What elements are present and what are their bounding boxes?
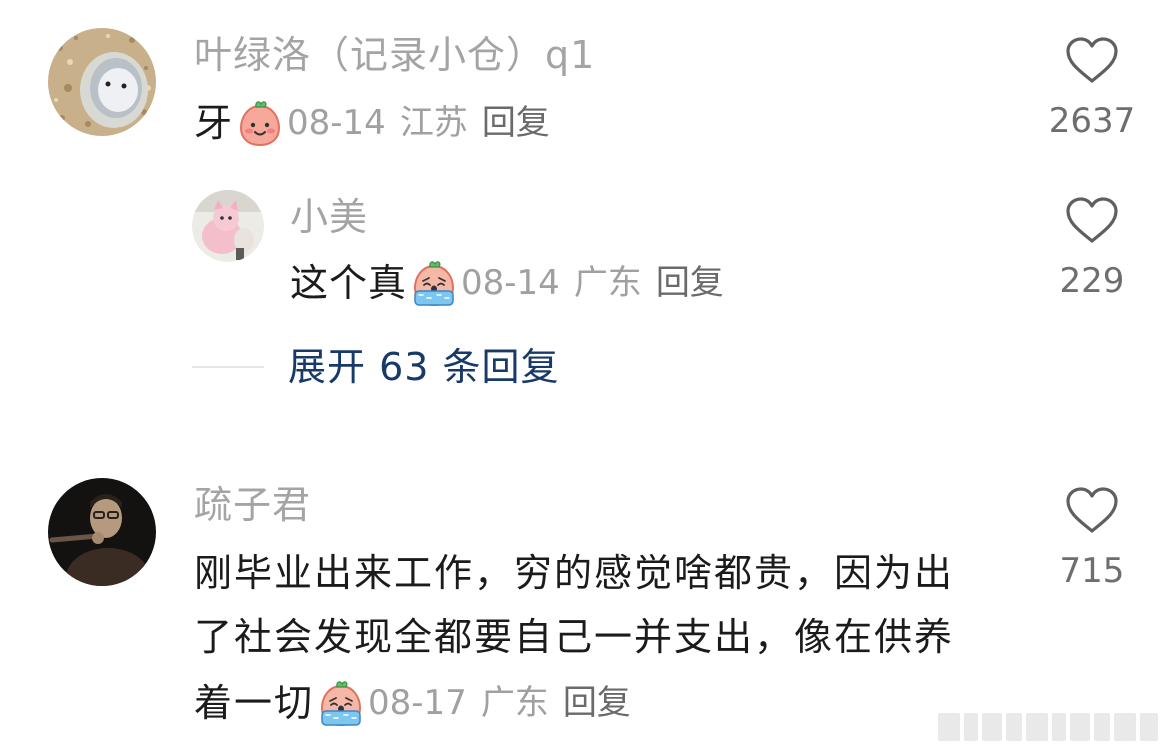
like-count: 2637 [1048,101,1136,141]
comment-body: 这个真 08-14 广东 回复 [290,258,724,308]
comment-location: 江苏 [399,103,468,143]
comment-date: 08-14 [461,263,560,303]
bottom-bar [938,713,1160,741]
comment-text-line: 了社会发现全都要自己一并支出，像在供养 [194,615,955,659]
crying-bun-emoji-icon [316,678,366,728]
reply-button[interactable]: 回复 [563,686,631,720]
expand-replies-row[interactable]: 展开 63 条回复 [192,348,560,386]
reply-button[interactable]: 回复 [482,106,550,140]
expand-replies-button[interactable]: 展开 63 条回复 [288,348,560,386]
like-count: 229 [1059,261,1125,301]
crying-bun-emoji-icon [409,258,459,308]
comment-text: 牙 [194,101,234,145]
comment-body: 牙 08-14 江苏 回复 [194,98,550,148]
comment-date: 08-17 [368,683,467,723]
comment-text-line: 刚毕业出来工作，穷的感觉啥都贵，因为出 [194,551,955,595]
comment-text-line: 着一切 [194,681,315,725]
comment-text: 这个真 [290,261,408,305]
divider [192,366,264,368]
smile-bun-emoji-icon [235,98,285,148]
like-heart-icon[interactable] [1064,486,1120,536]
avatar[interactable] [192,190,264,262]
comment-body: 着一切 08-17 广东 回复 [194,678,631,728]
like-heart-icon[interactable] [1064,36,1120,86]
comment-username[interactable]: 小美 [290,198,368,236]
like-count: 715 [1059,551,1125,591]
avatar[interactable] [48,28,156,136]
comment-location: 广东 [573,263,642,303]
comment-location: 广东 [480,683,549,723]
comment-username[interactable]: 叶绿洛（记录小仓）q1 [194,36,595,74]
like-heart-icon[interactable] [1064,196,1120,246]
reply-button[interactable]: 回复 [656,266,724,300]
comment-section: 叶绿洛（记录小仓）q1 牙 08-14 江苏 回复 2637 小美 这个真 08… [0,0,1170,754]
avatar[interactable] [48,478,156,586]
comment-username[interactable]: 疏子君 [194,486,311,524]
comment-date: 08-14 [287,103,386,143]
